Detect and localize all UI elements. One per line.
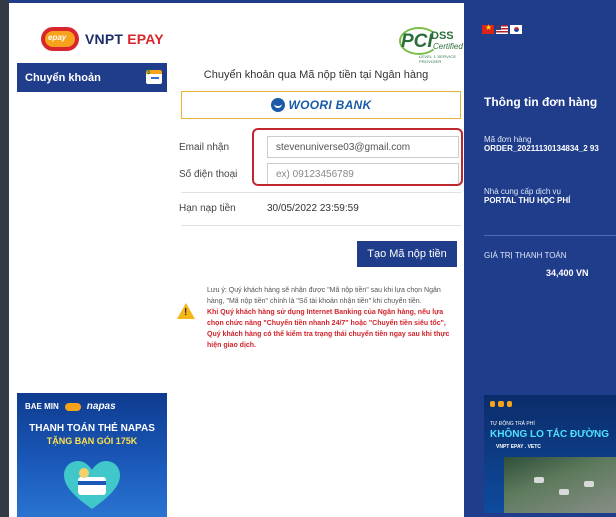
amount-value: 34,400 VN xyxy=(546,268,589,278)
order-id-label: Mã đơn hàng xyxy=(484,135,532,144)
note-warning-text: Khi Quý khách hàng sử dụng Internet Bank… xyxy=(207,309,450,349)
vetc-promo-banner[interactable]: TỰ ĐỘNG TRẢ PHÍ KHÔNG LO TẮC ĐƯỜNG VNPT … xyxy=(484,395,616,513)
epay-mini-logo-icon xyxy=(498,401,504,407)
input-highlight-box xyxy=(252,128,463,186)
vnpt-logo-icon xyxy=(506,401,513,407)
car-icon xyxy=(559,489,569,495)
create-payment-code-button[interactable]: Tạo Mã nộp tiền xyxy=(357,241,457,267)
deadline-row: Hạn nạp tiền xyxy=(179,198,269,218)
card-payment-icon xyxy=(146,70,162,84)
highway-image xyxy=(504,457,616,513)
bank-name: WOORI BANK xyxy=(288,98,372,112)
vetc-logo-icon xyxy=(490,401,496,407)
woori-bank-logo-icon xyxy=(270,98,285,112)
payment-method-sidebar: Chuyển khoản BAE MIN napas THANH TOÁN TH… xyxy=(17,63,167,517)
left-edge-strip xyxy=(0,0,9,517)
vnpt-epay-logo: epay VNPT EPAY xyxy=(41,27,164,51)
heart-card-illustration-icon xyxy=(64,461,120,509)
order-info-panel: Thông tin đơn hàng Mã đơn hàng ORDER_202… xyxy=(464,3,616,517)
vietnam-flag-icon[interactable] xyxy=(482,23,494,34)
selected-bank[interactable]: WOORI BANK xyxy=(181,91,461,119)
promo-headline: THANH TOÁN THẺ NAPAS xyxy=(29,423,155,434)
banner-subtext: VNPT EPAY . VETC xyxy=(496,444,541,450)
transfer-note: Lưu ý: Quý khách hàng sẽ nhận được "Mã n… xyxy=(207,285,459,351)
page-title: Chuyển khoản qua Mã nộp tiền tại Ngân hà… xyxy=(203,69,429,81)
bank-transfer-form: Chuyển khoản qua Mã nộp tiền tại Ngân hà… xyxy=(171,63,463,517)
sidebar-item-label: Chuyển khoản xyxy=(25,71,101,84)
order-info-title: Thông tin đơn hàng xyxy=(484,95,598,109)
epay-logo-icon: epay xyxy=(41,27,79,51)
korea-flag-icon[interactable] xyxy=(510,25,522,34)
napas-promo-banner[interactable]: BAE MIN napas THANH TOÁN THẺ NAPAS TẶNG … xyxy=(17,393,167,517)
logo-text: VNPT EPAY xyxy=(85,31,164,47)
deadline-value: 30/05/2022 23:59:59 xyxy=(267,203,359,214)
us-flag-icon[interactable] xyxy=(496,25,508,34)
divider xyxy=(181,192,461,193)
promo-subheadline: TẶNG BẠN GÓI 175K xyxy=(46,436,138,446)
provider-value: PORTAL THU HỌC PHÍ xyxy=(484,196,571,205)
promo-brands: BAE MIN napas xyxy=(25,401,116,412)
pci-dss-badge: PCI DSS Certified LEVEL 1 SERVICE PROVID… xyxy=(399,25,469,64)
warning-icon xyxy=(177,303,195,319)
note-text: Lưu ý: Quý khách hàng sẽ nhận được "Mã n… xyxy=(207,287,441,305)
amount-label: GIÁ TRỊ THANH TOÁN xyxy=(484,251,567,260)
banner-headline: KHÔNG LO TẮC ĐƯỜNG xyxy=(490,429,610,440)
car-icon xyxy=(534,477,544,483)
provider-label: Nhà cung cấp dịch vụ xyxy=(484,187,561,196)
car-icon xyxy=(584,481,594,487)
header: epay VNPT EPAY PCI DSS Certified LEVEL 1… xyxy=(9,3,464,64)
divider xyxy=(484,235,616,236)
divider xyxy=(181,225,461,226)
language-switcher xyxy=(482,23,522,34)
order-id-value: ORDER_20211130134834_2 93 xyxy=(484,144,599,153)
banner-small-text: TỰ ĐỘNG TRẢ PHÍ xyxy=(490,421,535,427)
banner-brands xyxy=(490,401,513,407)
sidebar-item-chuyen-khoan[interactable]: Chuyển khoản xyxy=(17,63,167,92)
deadline-label: Hạn nạp tiền xyxy=(179,202,236,214)
epay-mini-logo-icon xyxy=(64,402,81,411)
